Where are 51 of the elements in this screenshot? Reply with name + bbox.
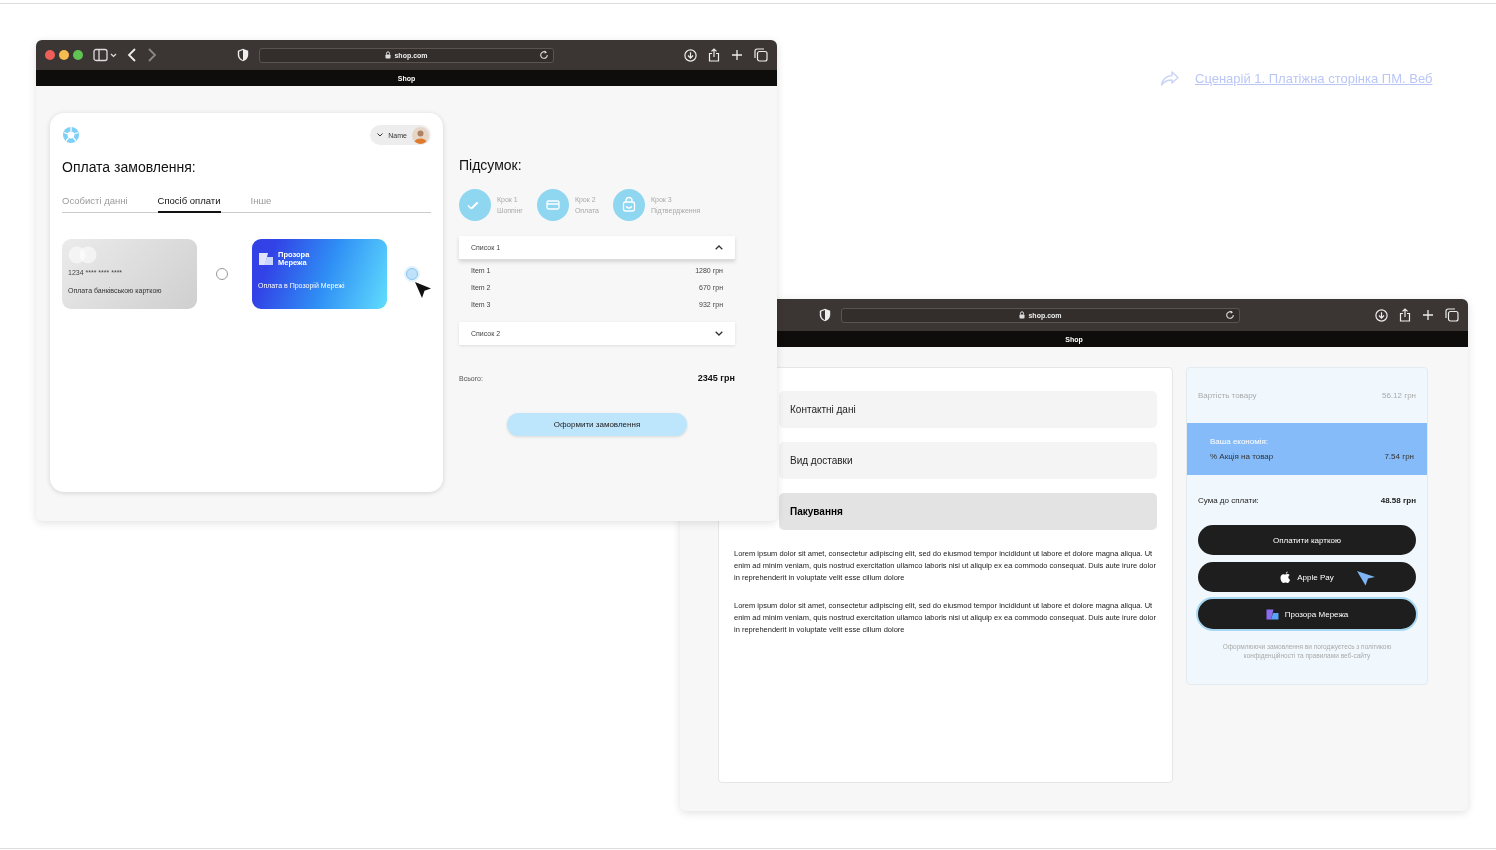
cursor-icon <box>1356 569 1376 587</box>
tabs-icon[interactable] <box>754 48 768 62</box>
pay-button[interactable]: Оплатити карткою <box>1198 525 1416 555</box>
network-logo-icon <box>1265 608 1279 620</box>
card-step-icon <box>536 189 569 221</box>
section-row[interactable]: Вид доставки <box>779 442 1157 479</box>
reload-icon[interactable] <box>539 49 549 60</box>
apple-icon <box>1280 570 1292 584</box>
due-label: Сума до сплати: <box>1198 495 1259 505</box>
network-logo-icon <box>258 251 274 266</box>
chevron-down-icon <box>715 331 723 336</box>
pay-button[interactable]: Прозора Мережа <box>1198 599 1416 629</box>
discount-label: % Акція на товар <box>1210 452 1274 461</box>
check-step-icon <box>459 189 491 221</box>
radio-button[interactable] <box>406 268 418 280</box>
lock-icon <box>1019 311 1026 319</box>
cost-value: 56.12 грн <box>1381 391 1416 400</box>
radio-button[interactable] <box>216 268 228 280</box>
sidebar-icon[interactable] <box>93 48 117 62</box>
share-icon[interactable] <box>708 48 720 62</box>
download-icon[interactable] <box>1375 308 1388 322</box>
pay-button[interactable]: Apple Pay <box>1198 562 1416 592</box>
aperture-logo-icon <box>62 126 80 144</box>
section-row[interactable]: Пакування <box>779 493 1157 530</box>
section-row[interactable]: Контактні дані <box>779 391 1157 428</box>
back-icon[interactable] <box>127 48 137 62</box>
reload-icon[interactable] <box>1225 309 1235 320</box>
share-icon[interactable] <box>1399 308 1411 322</box>
due-value: 48.58 грн <box>1380 495 1416 505</box>
tabs-icon[interactable] <box>1445 308 1459 322</box>
plus-icon[interactable] <box>1422 309 1434 321</box>
chevron-down-icon <box>377 133 384 137</box>
page-heading: Оплата замовлення: <box>62 159 197 175</box>
total-value: 2345 грн <box>697 373 735 383</box>
cost-label: Вартість товару <box>1198 391 1257 400</box>
download-icon[interactable] <box>684 48 697 62</box>
avatar-icon <box>412 126 429 144</box>
discount-value: 7.54 грн <box>1384 452 1414 461</box>
plus-icon[interactable] <box>731 49 743 61</box>
place-order-button[interactable]: Оформити замовлення <box>507 413 687 436</box>
summary-heading: Підсумок: <box>459 157 523 173</box>
shield-icon <box>819 308 831 322</box>
tab[interactable]: Спосіб оплати <box>157 195 221 213</box>
cursor-icon <box>413 280 433 300</box>
chevron-up-icon <box>715 245 723 250</box>
lock-icon <box>385 51 392 59</box>
savings-title: Ваша економія: <box>1210 437 1270 446</box>
forward-icon[interactable] <box>147 48 157 62</box>
bag-step-icon <box>612 189 645 221</box>
shield-icon <box>237 48 249 62</box>
card-logo-icon <box>68 246 98 264</box>
